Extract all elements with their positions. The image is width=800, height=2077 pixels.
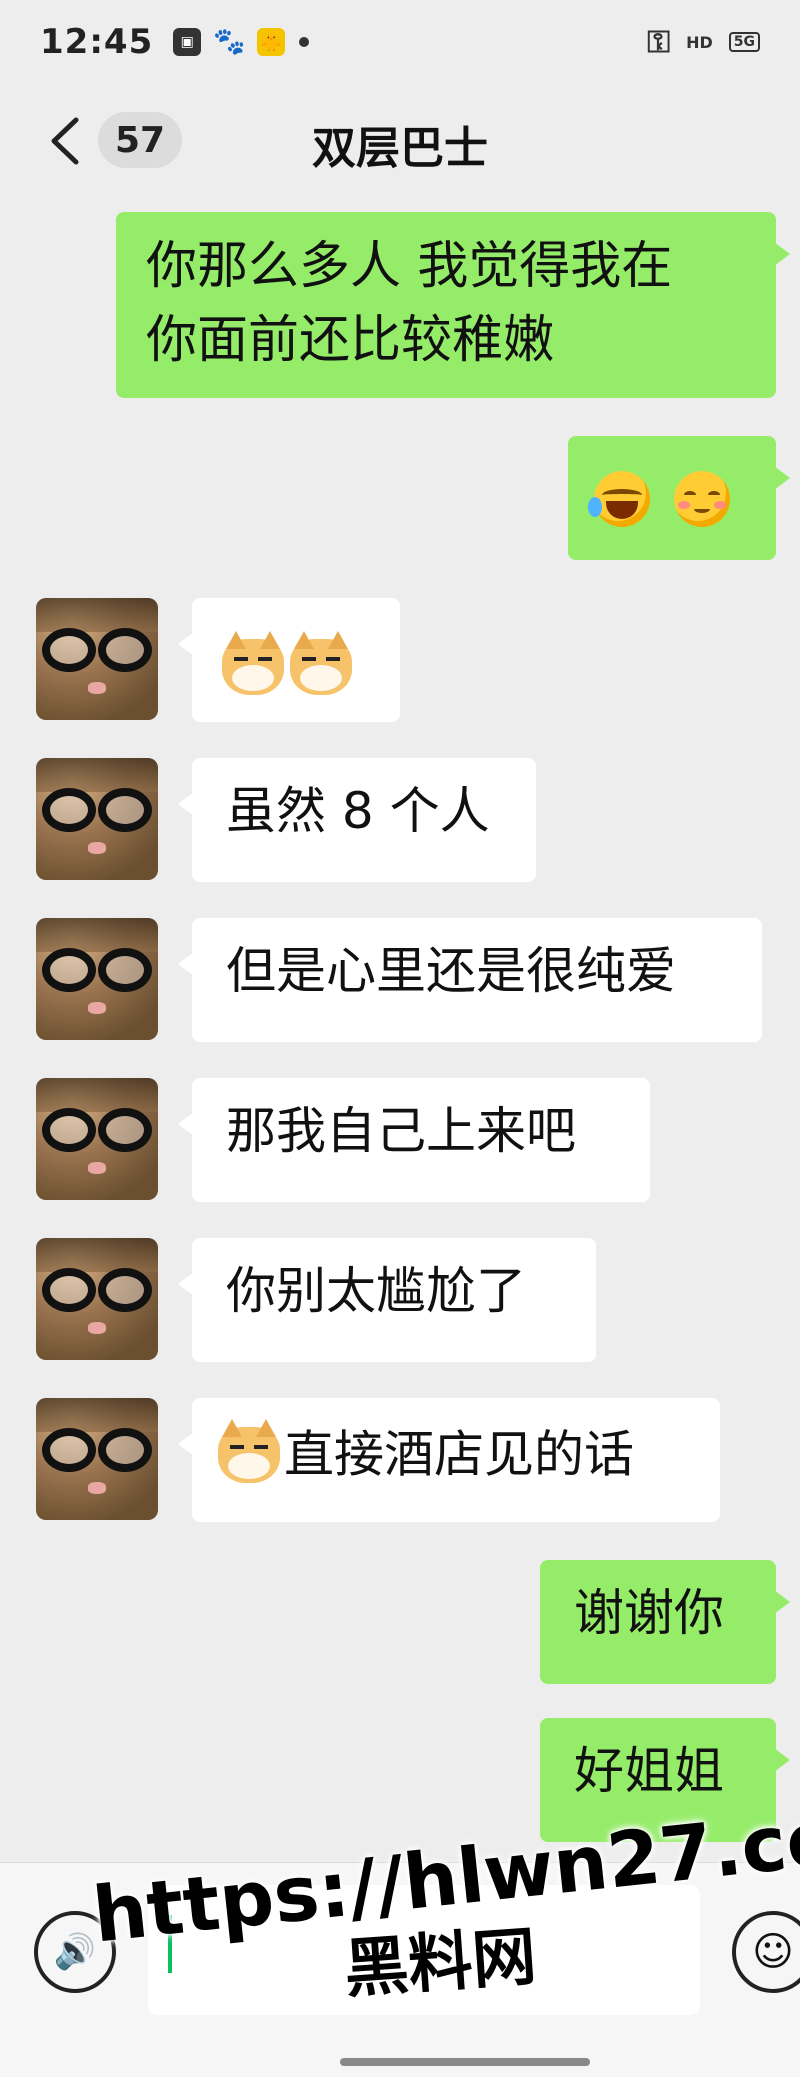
status-left-icons: ▣ 🐾 🐥: [173, 27, 310, 57]
emoji-button[interactable]: ☺: [732, 1911, 800, 1993]
doge-emoji: [218, 1418, 280, 1483]
contact-avatar[interactable]: [36, 918, 158, 1040]
hd-label: HD: [686, 32, 713, 52]
home-indicator[interactable]: [340, 2058, 590, 2066]
status-bar: 12:45 ▣ 🐾 🐥 ⚿ HD 5G: [0, 0, 800, 84]
contact-avatar[interactable]: [36, 1078, 158, 1200]
status-right-icons: ⚿ HD 5G: [647, 25, 760, 60]
message-text: 那我自己上来吧: [226, 1102, 576, 1160]
laughing-crying-emoji: [588, 470, 650, 527]
message-bubble-received[interactable]: 直接酒店见的话: [178, 1398, 720, 1522]
message-text: 你那么多人 我觉得我在 你面前还比较稚嫩: [146, 237, 673, 370]
gallery-icon: ▣: [173, 28, 202, 56]
message-text: 虽然 8 个人: [226, 782, 490, 840]
voice-input-button[interactable]: 🔊: [34, 1911, 116, 1993]
key-icon: ⚿: [647, 24, 671, 60]
contact-avatar[interactable]: [36, 598, 158, 720]
notification-dot-icon: [299, 37, 310, 47]
duck-app-icon: 🐥: [257, 28, 286, 56]
message-text: 但是心里还是很纯爱: [226, 942, 676, 1000]
text-caret: [168, 1915, 172, 1973]
voice-icon: 🔊: [53, 1932, 97, 1972]
message-bubble-sent[interactable]: 好姐姐: [540, 1718, 790, 1842]
baidu-paw-icon: 🐾: [213, 27, 246, 57]
message-bubble-received[interactable]: 但是心里还是很纯爱: [178, 918, 762, 1042]
message-text: 直接酒店见的话: [284, 1425, 634, 1484]
doge-emoji: [222, 630, 284, 695]
contact-avatar[interactable]: [36, 1238, 158, 1360]
status-time: 12:45: [40, 22, 154, 62]
network-label: 5G: [728, 32, 760, 52]
message-text: 谢谢你: [574, 1584, 724, 1642]
message-input[interactable]: [148, 1885, 700, 2015]
message-text: 你别太尴尬了: [226, 1262, 526, 1320]
chat-header: 57 双层巴士: [0, 90, 800, 190]
contact-avatar[interactable]: [36, 1398, 158, 1520]
message-text: 好姐姐: [574, 1742, 724, 1800]
message-bubble-sent[interactable]: 你那么多人 我觉得我在 你面前还比较稚嫩: [116, 212, 790, 398]
message-bubble-sent[interactable]: [568, 436, 790, 560]
message-bubble-received[interactable]: 虽然 8 个人: [178, 758, 536, 882]
chat-title: 双层巴士: [312, 123, 488, 174]
doge-emoji: [290, 630, 352, 695]
chat-input-bar: 🔊 ☺: [0, 1862, 800, 2077]
message-bubble-sent[interactable]: 谢谢你: [540, 1560, 790, 1684]
blushing-emoji: [673, 470, 730, 527]
smiley-icon: ☺: [752, 1929, 794, 1975]
contact-avatar[interactable]: [36, 758, 158, 880]
message-bubble-received[interactable]: 你别太尴尬了: [178, 1238, 596, 1362]
message-bubble-received[interactable]: 那我自己上来吧: [178, 1078, 650, 1202]
message-bubble-received[interactable]: [178, 598, 400, 722]
